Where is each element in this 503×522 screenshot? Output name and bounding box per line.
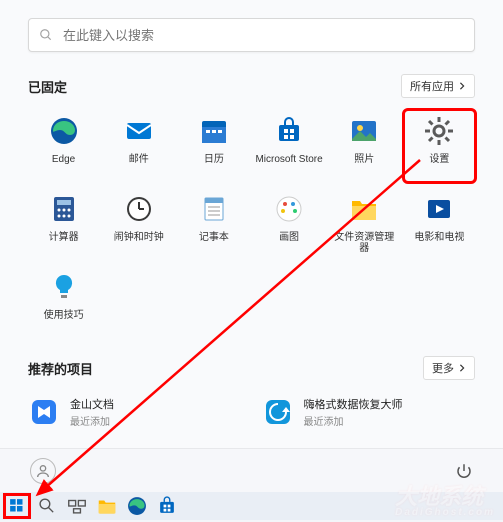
pinned-tile-movies[interactable]: 电影和电视 <box>404 188 475 260</box>
tile-label: 闹钟和时钟 <box>114 232 164 243</box>
calculator-icon <box>47 192 81 226</box>
taskbar-start[interactable] <box>6 496 28 516</box>
tile-label: Edge <box>52 154 75 165</box>
movies-icon <box>422 192 456 226</box>
pinned-tile-clock[interactable]: 闹钟和时钟 <box>103 188 174 260</box>
rec-sub: 最近添加 <box>304 413 403 428</box>
tile-label: 日历 <box>204 154 224 165</box>
paint-icon <box>272 192 306 226</box>
calendar-icon <box>197 114 231 148</box>
pinned-tile-tips[interactable]: 使用技巧 <box>28 266 99 338</box>
tile-label: 记事本 <box>199 232 229 243</box>
store-icon <box>272 114 306 148</box>
taskbar-store[interactable] <box>156 496 178 516</box>
pinned-tile-settings[interactable]: 设置 <box>404 110 475 182</box>
tile-label: 邮件 <box>129 154 149 165</box>
recommended-header: 推荐的项目 更多 <box>28 356 475 380</box>
tile-label: 设置 <box>429 154 449 165</box>
tile-label: 计算器 <box>49 232 79 243</box>
recommended-item[interactable]: 嗨格式数据恢复大师最近添加 <box>262 392 476 432</box>
tile-label: 使用技巧 <box>44 310 84 321</box>
pinned-header: 已固定 所有应用 <box>28 74 475 98</box>
recommended-item[interactable]: 金山文档最近添加 <box>28 392 242 432</box>
recommended-list: 金山文档最近添加嗨格式数据恢复大师最近添加 <box>28 392 475 432</box>
tips-icon <box>47 270 81 304</box>
search-icon <box>39 28 53 42</box>
pinned-tile-edge[interactable]: Edge <box>28 110 99 182</box>
chevron-right-icon <box>458 364 466 372</box>
pinned-tile-explorer[interactable]: 文件资源管理器 <box>329 188 400 260</box>
pinned-title: 已固定 <box>28 77 67 96</box>
pinned-tile-notepad[interactable]: 记事本 <box>178 188 249 260</box>
all-apps-button[interactable]: 所有应用 <box>401 74 475 98</box>
pinned-grid: Edge 邮件 日历 Microsoft Store 照片 设置计算器 闹钟和时钟 记事本 画图… <box>28 110 475 338</box>
notepad-icon <box>197 192 231 226</box>
watermark: 大地系统 DadiGhost.com <box>395 479 495 518</box>
pinned-tile-store[interactable]: Microsoft Store <box>253 110 324 182</box>
taskbar-taskview[interactable] <box>66 496 88 516</box>
pinned-tile-mail[interactable]: 邮件 <box>103 110 174 182</box>
recommended-title: 推荐的项目 <box>28 359 93 378</box>
search-input[interactable] <box>63 28 464 43</box>
rec-label: 金山文档 <box>70 396 114 412</box>
clock-icon <box>122 192 156 226</box>
wps-icon <box>28 396 60 428</box>
pinned-tile-calendar[interactable]: 日历 <box>178 110 249 182</box>
power-button[interactable] <box>455 462 473 480</box>
taskbar-explorer[interactable] <box>96 496 118 516</box>
tile-label: 电影和电视 <box>414 232 464 243</box>
taskbar-search[interactable] <box>36 496 58 516</box>
more-button[interactable]: 更多 <box>423 356 475 380</box>
pinned-tile-photos[interactable]: 照片 <box>329 110 400 182</box>
rec-label: 嗨格式数据恢复大师 <box>304 396 403 412</box>
user-avatar[interactable] <box>30 458 56 484</box>
tile-label: 画图 <box>279 232 299 243</box>
search-bar[interactable] <box>28 18 475 52</box>
tile-label: 文件资源管理器 <box>330 232 398 254</box>
pinned-tile-calculator[interactable]: 计算器 <box>28 188 99 260</box>
explorer-icon <box>347 192 381 226</box>
settings-icon <box>422 114 456 148</box>
start-menu: 已固定 所有应用 Edge 邮件 日历 Microsoft Store 照片 设置计算器 闹… <box>0 0 503 492</box>
tile-label: Microsoft Store <box>255 154 322 165</box>
tile-label: 照片 <box>354 154 374 165</box>
recover-icon <box>262 396 294 428</box>
photos-icon <box>347 114 381 148</box>
chevron-right-icon <box>458 82 466 90</box>
mail-icon <box>122 114 156 148</box>
taskbar-edge[interactable] <box>126 496 148 516</box>
edge-icon <box>47 114 81 148</box>
rec-sub: 最近添加 <box>70 413 114 428</box>
pinned-tile-paint[interactable]: 画图 <box>253 188 324 260</box>
